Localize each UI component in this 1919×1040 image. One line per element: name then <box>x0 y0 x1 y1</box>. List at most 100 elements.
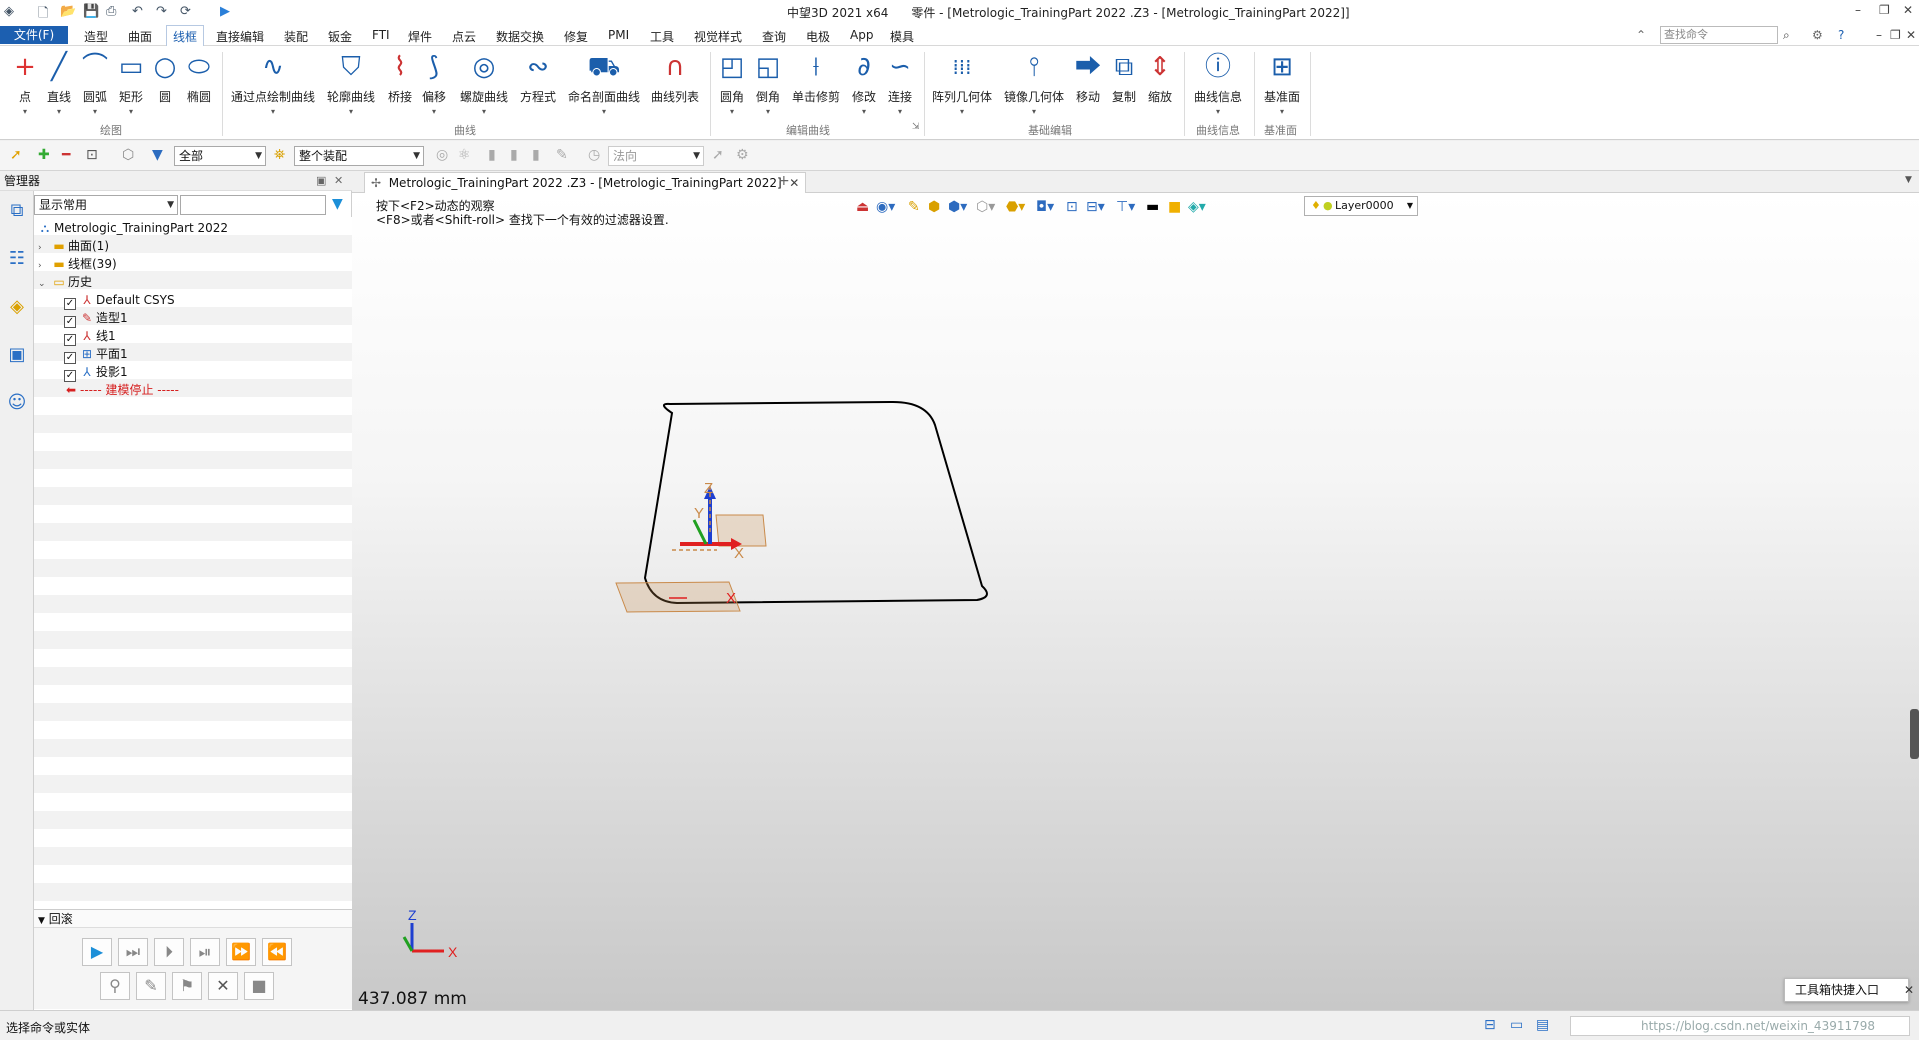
minimize-button[interactable]: – <box>1855 3 1861 17</box>
doc-close-button[interactable]: ✕ <box>1906 28 1916 42</box>
scale-button[interactable]: ⇕ 缩放 <box>1146 50 1174 122</box>
app-logo-icon[interactable]: ◈ <box>4 4 14 19</box>
tree-node-wireframe[interactable]: › ▬ 线框(39) <box>38 255 117 273</box>
tab-point-cloud[interactable]: 点云 <box>452 28 476 45</box>
collapse-ribbon-icon[interactable]: ⌃ <box>1636 28 1646 42</box>
align-right-icon[interactable]: ▮ <box>532 147 540 163</box>
tab-wireframe[interactable]: 线框 <box>166 25 205 47</box>
tab-mold[interactable]: 模具 <box>890 28 914 45</box>
helix-curve-button[interactable]: ◎ 螺旋曲线 ▾ <box>458 50 510 122</box>
rewind-button[interactable]: ⏪ <box>262 938 292 966</box>
tree-item-csys[interactable]: ✓ ⅄ Default CSYS <box>64 291 175 310</box>
array-geometry-button[interactable]: ⁞⁞⁞ 阵列几何体 ▾ <box>932 50 992 122</box>
lasso-icon[interactable]: ⬡ <box>122 147 134 163</box>
suppress-button[interactable]: ■ <box>244 972 274 1000</box>
doc-restore-button[interactable]: ❐ <box>1890 28 1901 42</box>
close-window-button[interactable]: ✕ <box>1903 3 1913 17</box>
window-icon[interactable]: ▤ <box>1536 1017 1549 1033</box>
tab-assembly[interactable]: 装配 <box>284 28 308 45</box>
tab-weldment[interactable]: 焊件 <box>408 28 432 45</box>
tab-query[interactable]: 查询 <box>762 28 786 45</box>
maximize-button[interactable]: ❐ <box>1879 3 1890 17</box>
tab-direct-edit[interactable]: 直接编辑 <box>216 28 264 45</box>
tab-app[interactable]: App <box>850 28 873 42</box>
close-panel-icon[interactable]: ✕ <box>334 171 343 191</box>
rotate-snap-icon[interactable]: ⚛ <box>458 147 471 163</box>
step-skip-button[interactable]: ⏯ <box>190 938 220 966</box>
line-button[interactable]: ╱ 直线 ▾ <box>44 50 74 122</box>
tab-electrode[interactable]: 电极 <box>806 28 830 45</box>
display-mode-combo[interactable]: 显示常用 ▼ <box>34 195 178 215</box>
graphics-viewport[interactable]: 按下<F2>动态的观察 <F8>或者<Shift-roll> 查找下一个有效的过滤… <box>352 193 1919 1010</box>
modify-button[interactable]: ∂ 修改 ▾ <box>850 50 878 122</box>
tab-pmi[interactable]: PMI <box>608 28 629 42</box>
gear-filter-icon[interactable]: ⚙ <box>736 147 749 163</box>
modeling-stop-marker[interactable]: ⬅ ----- 建模停止 ----- <box>64 381 179 399</box>
box-select-icon[interactable]: ⊡ <box>86 147 98 163</box>
datum-plane-button[interactable]: ⊞ 基准面 ▾ <box>1262 50 1302 122</box>
search-command-input[interactable]: 查找命令 <box>1660 26 1778 44</box>
bridge-button[interactable]: ⌇ 桥接 <box>386 50 414 122</box>
pick-arrow-icon[interactable]: ➚ <box>10 147 22 163</box>
snap-icon[interactable]: ◎ <box>436 147 448 163</box>
assembly-scope-combo[interactable]: 整个装配 ▼ <box>294 146 424 166</box>
datum-plane-2[interactable] <box>715 514 767 547</box>
new-file-icon[interactable]: 🗋 <box>38 4 48 26</box>
filter-combo[interactable]: 全部 ▼ <box>174 146 266 166</box>
align-icon[interactable]: ▮ <box>488 147 496 163</box>
side-handle[interactable] <box>1910 709 1919 759</box>
file-menu[interactable]: 文件(F) <box>0 26 68 44</box>
run-icon[interactable]: ▶ <box>220 4 230 19</box>
arc-button[interactable]: ⌒ 圆弧 ▾ <box>80 50 110 122</box>
tab-fti[interactable]: FTI <box>372 28 390 42</box>
close-tab-icon[interactable]: ✕ <box>789 176 799 190</box>
dialog-launcher-icon[interactable]: ⇲ <box>912 122 920 132</box>
redo-icon[interactable]: ↷ <box>156 4 167 19</box>
view-manager-icon[interactable]: ▣ <box>5 343 29 367</box>
tree-item-line[interactable]: ✓ ⅄ 线1 <box>64 327 116 346</box>
rollback-header[interactable]: ▼ 回滚 <box>34 910 352 928</box>
model-canvas[interactable]: X X Z Y Z X <box>352 193 1919 1010</box>
print-icon[interactable]: ⎙ <box>106 4 116 19</box>
document-tab[interactable]: ✢ Metrologic_TrainingPart 2022 .Z3 - [Me… <box>364 172 807 193</box>
copy-button[interactable]: ⧉ 复制 <box>1110 50 1138 122</box>
curve-info-button[interactable]: ⓘ 曲线信息 ▾ <box>1192 50 1244 122</box>
link-button[interactable]: ⚲ <box>100 972 130 1000</box>
tab-visual-style[interactable]: 视觉样式 <box>694 28 742 45</box>
search-icon[interactable]: ⌕ <box>1783 28 1790 43</box>
user-icon[interactable]: ☺ <box>5 391 29 415</box>
datum-plane-1[interactable] <box>615 581 741 613</box>
new-tab-icon[interactable]: + <box>778 173 790 189</box>
equation-button[interactable]: ∾ 方程式 <box>518 50 558 122</box>
tree-search-input[interactable] <box>180 195 326 215</box>
circle-button[interactable]: ○ 圆 <box>152 50 178 122</box>
save-icon[interactable]: 💾 <box>83 4 99 19</box>
add-icon[interactable]: ✚ <box>38 147 50 163</box>
tab-list-icon[interactable]: ▼ <box>1905 175 1912 185</box>
step-next-button[interactable]: ⏵ <box>154 938 184 966</box>
connect-button[interactable]: ∽ 连接 ▾ <box>886 50 914 122</box>
wire-profile[interactable] <box>643 400 988 605</box>
curve-list-button[interactable]: ∩ 曲线列表 <box>650 50 700 122</box>
doc-minimize-button[interactable]: – <box>1876 28 1882 42</box>
click-trim-button[interactable]: ⟊ 单击修剪 <box>790 50 842 122</box>
tree-item-plane[interactable]: ✓ ⊞ 平面1 <box>64 345 128 364</box>
rectangle-button[interactable]: ▭ 矩形 ▾ <box>116 50 146 122</box>
rebuild-icon[interactable]: ⟳ <box>180 4 191 19</box>
layout-icon[interactable]: ⊟ <box>1484 1017 1496 1033</box>
assembly-scope-icon[interactable]: ⛯ <box>274 147 285 163</box>
through-point-curve-button[interactable]: ∿ 通过点绘制曲线 ▾ <box>230 50 316 122</box>
offset-button[interactable]: ⟆ 偏移 ▾ <box>420 50 448 122</box>
mirror-geometry-button[interactable]: ⫯ 镜像几何体 ▾ <box>1004 50 1064 122</box>
status-input[interactable]: https://blog.csdn.net/weixin_43911798 <box>1570 1016 1910 1036</box>
filter-icon[interactable]: ▼ <box>152 147 163 163</box>
clock-icon[interactable]: ◷ <box>588 147 600 163</box>
history-manager-icon[interactable]: ⧉ <box>5 199 29 223</box>
run-to-button[interactable]: ⚑ <box>172 972 202 1000</box>
undo-icon[interactable]: ↶ <box>132 4 143 19</box>
cursor-icon[interactable]: ➚ <box>712 147 724 163</box>
direction-combo[interactable]: 法向 ▼ <box>608 146 704 166</box>
tab-modeling[interactable]: 造型 <box>84 28 108 45</box>
tab-data-exchange[interactable]: 数据交换 <box>496 28 544 45</box>
delete-button[interactable]: ✕ <box>208 972 238 1000</box>
